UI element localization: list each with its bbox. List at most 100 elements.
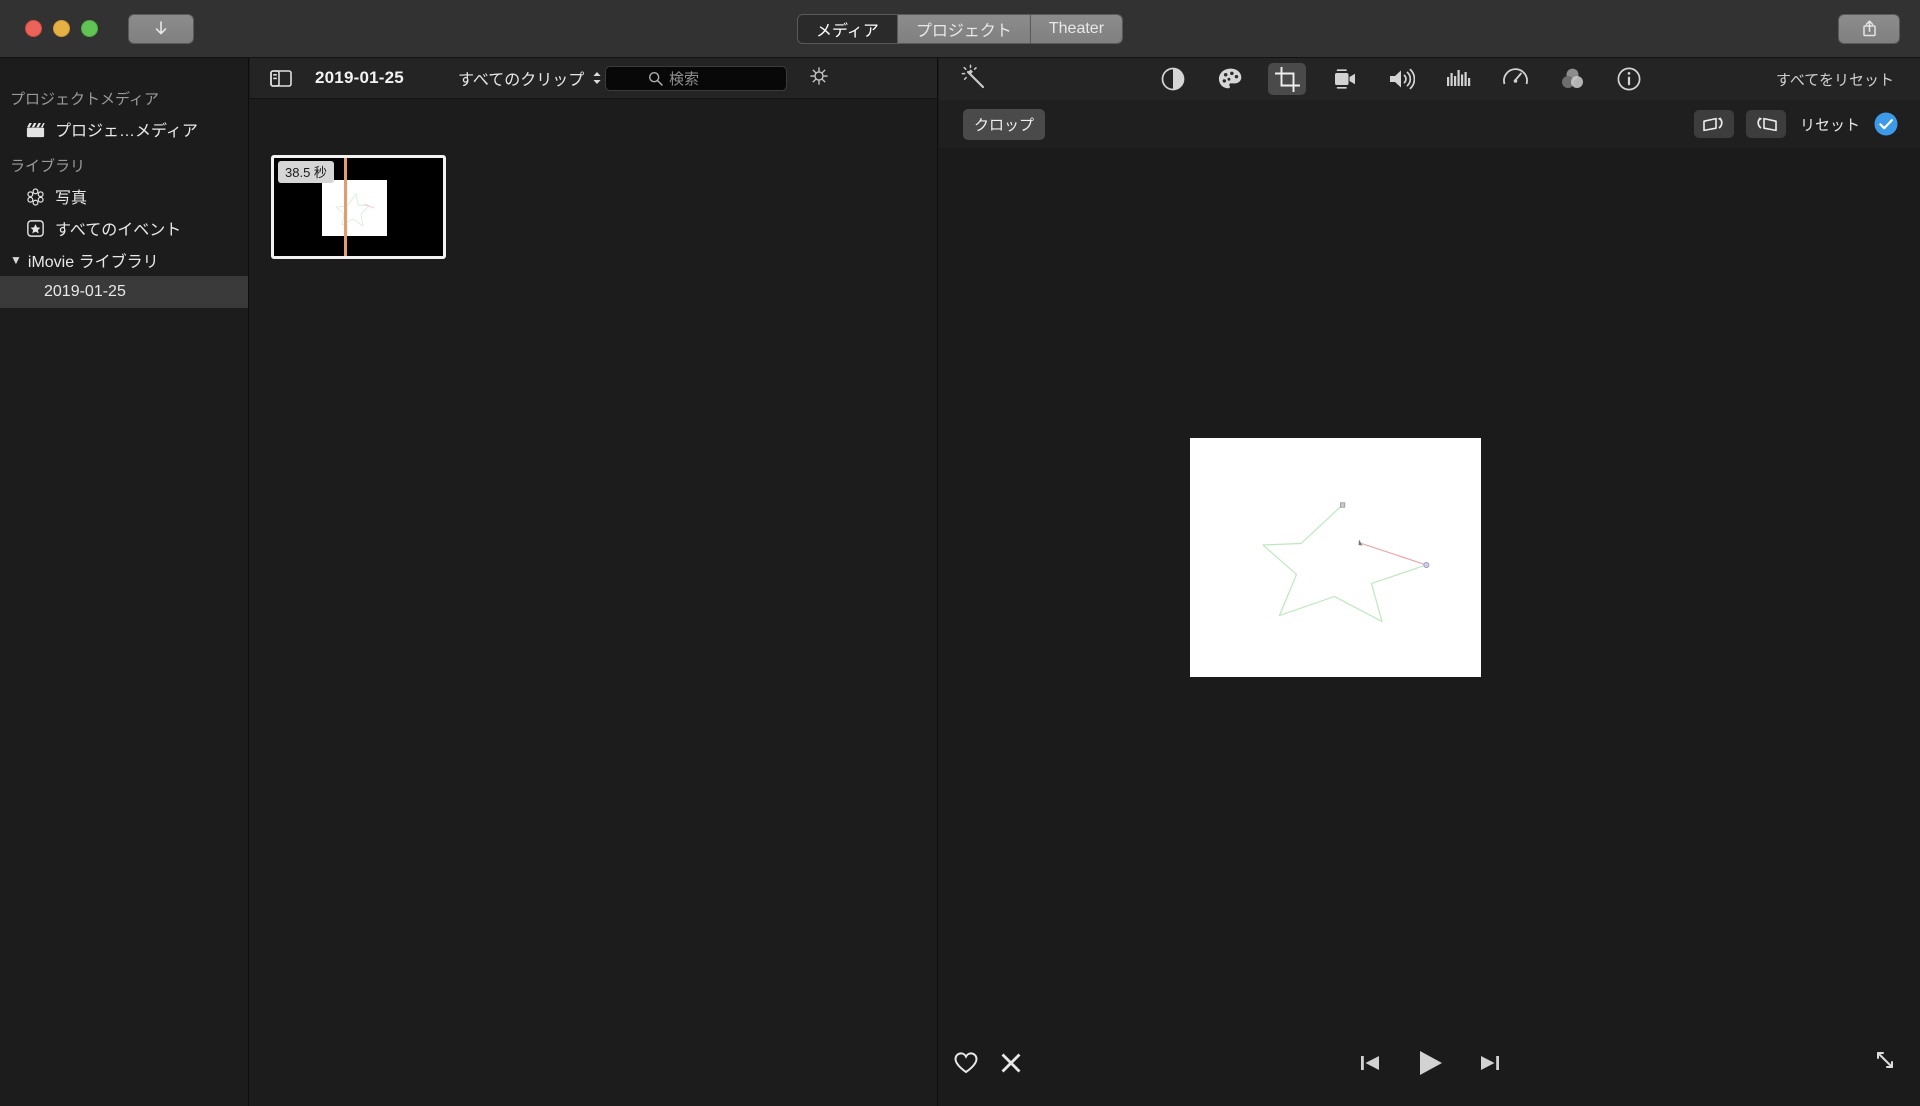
crop-actions: リセット (1693, 110, 1898, 138)
crop-reset-button[interactable]: リセット (1800, 114, 1860, 135)
sidebar-item-event-2019-01-25[interactable]: 2019-01-25 (0, 276, 248, 308)
chevron-updown-icon (592, 71, 602, 85)
search-placeholder: 検索 (669, 70, 700, 88)
imovie-window: メディア プロジェクト Theater プロジェクトメディア プロジェ…メディア… (0, 0, 1920, 1106)
noise-reduction-icon (1446, 70, 1470, 86)
heart-icon (954, 1051, 978, 1073)
title-bar: メディア プロジェクト Theater (0, 0, 1920, 58)
clip-filter-dropdown[interactable]: すべてのクリップ (458, 66, 602, 90)
sidebar-item-label: すべてのイベント (55, 222, 182, 239)
search-icon (648, 71, 663, 86)
tab-media[interactable]: メディア (797, 14, 898, 43)
noise-reduction-button[interactable] (1439, 63, 1477, 95)
media-browser-pane: 2019-01-25 すべてのクリップ 検索 38.5 秒 (250, 58, 938, 1106)
magic-wand-icon (961, 63, 985, 88)
crop-mode-button[interactable]: クロップ (963, 108, 1046, 140)
clip-thumbnail[interactable]: 38.5 秒 (271, 155, 446, 259)
minimize-button[interactable] (53, 20, 70, 37)
volume-icon (1390, 68, 1415, 90)
clapperboard-icon (26, 122, 45, 137)
search-input[interactable]: 検索 (605, 65, 787, 91)
rotate-ccw-icon (1703, 117, 1723, 132)
color-balance-icon (1161, 67, 1185, 91)
speed-icon (1502, 68, 1528, 85)
skip-next-icon (1480, 1055, 1499, 1070)
clip-star-preview-icon (335, 193, 375, 227)
sidebar-toggle-button[interactable] (264, 65, 297, 91)
zoom-button[interactable] (81, 20, 98, 37)
browser-toolbar: 2019-01-25 すべてのクリップ 検索 (250, 58, 937, 99)
auto-enhance-button[interactable] (959, 62, 989, 97)
sidebar: プロジェクトメディア プロジェ…メディア ライブラリ 写真 すべてのイベント ▼… (0, 58, 249, 1106)
viewer-stage (939, 148, 1920, 1019)
adjustments-toolbar: すべてをリセット (939, 58, 1920, 100)
sidebar-group-imovie-library[interactable]: ▼ iMovie ライブラリ (0, 244, 248, 276)
clip-grid: 38.5 秒 (250, 99, 937, 1106)
rating-buttons (953, 1051, 1023, 1075)
gear-icon (810, 66, 828, 85)
rotate-counterclockwise-button[interactable] (1693, 110, 1734, 138)
reset-all-button[interactable]: すべてをリセット (1776, 69, 1894, 90)
play-button[interactable] (1415, 1048, 1445, 1078)
view-mode-tabs[interactable]: メディア プロジェクト Theater (796, 13, 1124, 44)
adjustment-tool-buttons[interactable] (1154, 63, 1648, 95)
download-arrow-icon (155, 20, 167, 34)
video-canvas[interactable] (1190, 438, 1481, 677)
crop-controls-bar: クロップ リセット (939, 100, 1920, 148)
color-balance-button[interactable] (1154, 63, 1192, 95)
playback-controls (1358, 1048, 1502, 1078)
skip-previous-icon (1360, 1055, 1379, 1070)
photos-flower-icon (27, 187, 44, 206)
info-button[interactable] (1610, 63, 1648, 95)
color-correction-icon (1218, 68, 1241, 89)
clip-playhead[interactable] (344, 158, 347, 256)
crop-icon (1274, 66, 1300, 92)
speed-button[interactable] (1496, 63, 1534, 95)
sidebar-group-label: iMovie ライブラリ (27, 254, 159, 271)
stabilization-icon (1335, 69, 1355, 89)
transport-bar (939, 1019, 1920, 1106)
previous-button[interactable] (1358, 1052, 1383, 1074)
favorite-button[interactable] (953, 1051, 979, 1075)
rotate-clockwise-button[interactable] (1745, 110, 1786, 138)
clip-inner-frame (322, 180, 387, 236)
import-media-button[interactable] (128, 13, 194, 44)
sidebar-item-label: プロジェ…メディア (55, 123, 198, 140)
sidebar-item-all-events[interactable]: すべてのイベント (0, 212, 248, 244)
share-button[interactable] (1838, 13, 1900, 44)
chevron-down-icon[interactable]: ▼ (10, 254, 22, 266)
stabilization-button[interactable] (1325, 63, 1363, 95)
sidebar-heading-library: ライブラリ (10, 158, 86, 175)
reject-x-icon (1001, 1053, 1021, 1072)
sidebar-toggle-icon (269, 69, 292, 87)
share-icon (1862, 20, 1876, 37)
tab-projects[interactable]: プロジェクト (897, 14, 1031, 43)
volume-button[interactable] (1382, 63, 1420, 95)
clip-duration-badge: 38.5 秒 (278, 161, 334, 183)
fullscreen-button[interactable] (1872, 1047, 1898, 1078)
clip-filter-label: すべてのクリップ (458, 72, 585, 89)
browser-title: 2019-01-25 (315, 68, 404, 87)
sidebar-item-label: 写真 (55, 190, 88, 207)
apply-checkmark-button[interactable] (1874, 112, 1898, 136)
viewer-pane: すべてをリセット クロップ リセット (939, 58, 1920, 1106)
rotate-cw-icon (1757, 117, 1777, 132)
color-correction-button[interactable] (1211, 63, 1249, 95)
clip-filter-icon (1561, 68, 1583, 88)
next-button[interactable] (1477, 1052, 1502, 1074)
star-badge-icon (27, 219, 44, 237)
reject-button[interactable] (999, 1051, 1023, 1075)
clip-filter-button[interactable] (1553, 63, 1591, 95)
fullscreen-expand-icon (1877, 1052, 1893, 1068)
info-icon (1617, 67, 1641, 91)
play-icon (1419, 1050, 1442, 1075)
star-drawing (1262, 502, 1430, 623)
sidebar-item-project-media[interactable]: プロジェ…メディア (0, 113, 248, 145)
close-button[interactable] (25, 20, 42, 37)
tab-theater[interactable]: Theater (1030, 14, 1123, 43)
sidebar-item-photos[interactable]: 写真 (0, 180, 248, 212)
browser-settings-button[interactable] (808, 65, 830, 92)
crop-button[interactable] (1268, 63, 1306, 95)
traffic-lights (25, 20, 98, 37)
sidebar-heading-project-media: プロジェクトメディア (10, 91, 159, 108)
